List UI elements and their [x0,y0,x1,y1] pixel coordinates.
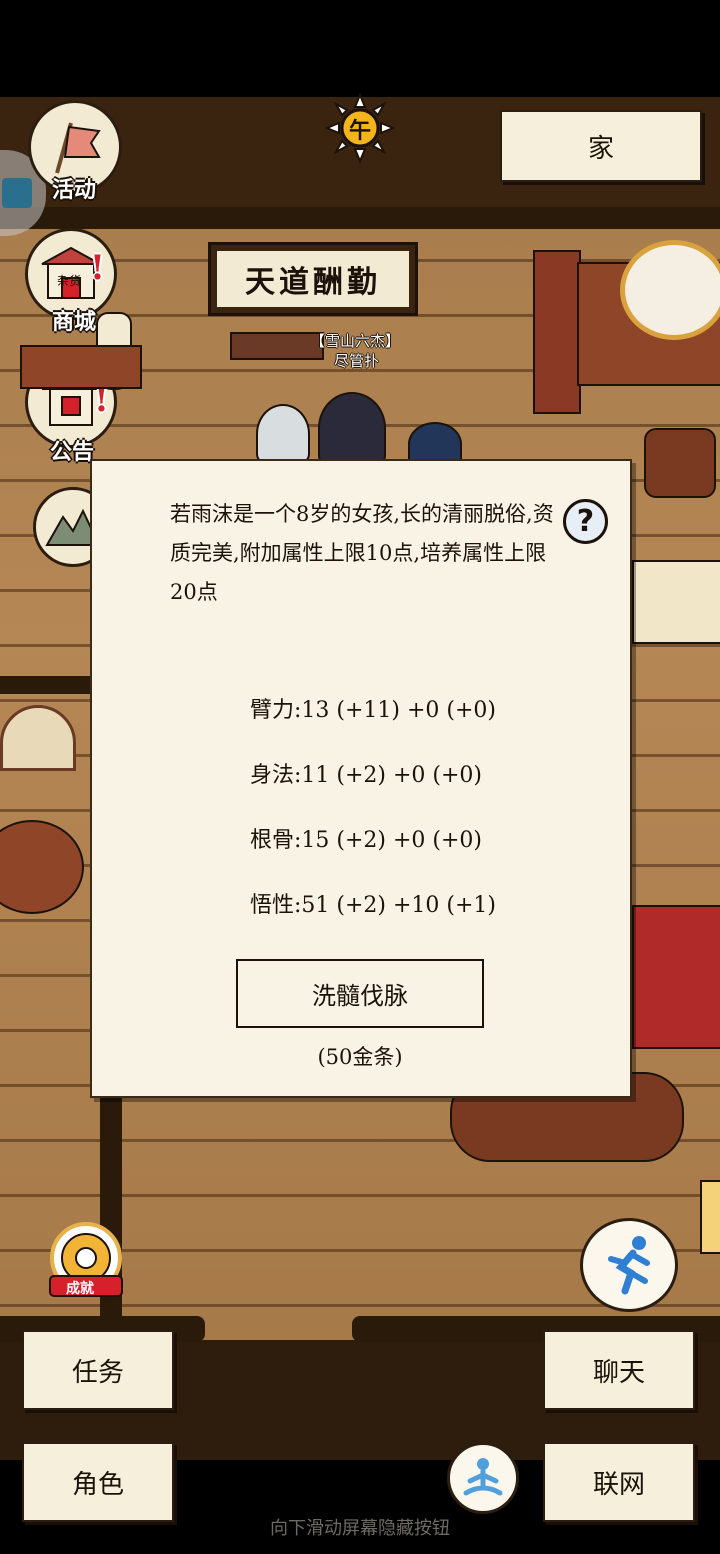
network-button[interactable]: 联网 [543,1442,695,1522]
achievement-label: 成就 [66,1281,94,1297]
cabinet [533,250,581,414]
time-of-day-label: 午 [348,118,371,144]
side-table [20,345,142,389]
character-white-hair[interactable] [256,404,310,464]
chat-button[interactable]: 聊天 [543,1330,695,1410]
sofa [632,905,720,1049]
fan-window [0,705,76,771]
stat-constitution: 根骨:15 (+2) +0 (+0) [250,828,483,853]
meditation-icon [463,1458,503,1496]
lantern [700,1180,720,1254]
help-button[interactable]: ? [563,499,608,544]
shop-label: 商城 [52,309,97,335]
swipe-hint: 向下滑动屏幕隐藏按钮 [270,1518,450,1539]
screen-panel [632,560,720,644]
character-description: 若雨沫是一个8岁的女孩,长的清丽脱俗,资质完美,附加属性上限10点,培养属性上限… [170,502,554,604]
shop-sign-text: 杂货 [57,274,82,288]
ceiling-beam [0,207,720,229]
character-lady[interactable] [318,392,386,464]
stat-agility: 身法:11 (+2) +0 (+0) [250,763,483,788]
role-button[interactable]: 角色 [22,1442,174,1522]
plaque-inner: 天道酬勤 [217,251,409,307]
wash-marrow-button[interactable]: 洗髓伐脉 [236,959,484,1028]
stat-strength: 臂力:13 (+11) +0 (+0) [250,698,497,723]
run-button[interactable] [580,1218,678,1312]
activity-label: 活动 [52,177,97,203]
stat-comprehension: 悟性:51 (+2) +10 (+1) [250,893,497,918]
wash-cost-label: (50金条) [317,1045,403,1069]
npc-title: 【雪山六杰】 [310,332,401,350]
task-button[interactable]: 任务 [22,1330,174,1410]
notice-label: 公告 [50,439,95,465]
running-figure-icon [608,1236,650,1295]
banner-flag-icon [55,122,101,174]
plaque-text: 天道酬勤 [245,265,381,300]
round-mirror [620,240,720,340]
tool-handle-icon [2,178,32,208]
wall-plaque: 天道酬勤 [208,242,418,316]
shop-alert-icon: ! [90,248,105,288]
home-button[interactable]: 家 [500,110,702,182]
floor-divider [0,676,92,694]
barrel [644,428,716,498]
meditate-button[interactable] [447,1442,519,1514]
npc-name: 尽管扑 [334,352,380,370]
